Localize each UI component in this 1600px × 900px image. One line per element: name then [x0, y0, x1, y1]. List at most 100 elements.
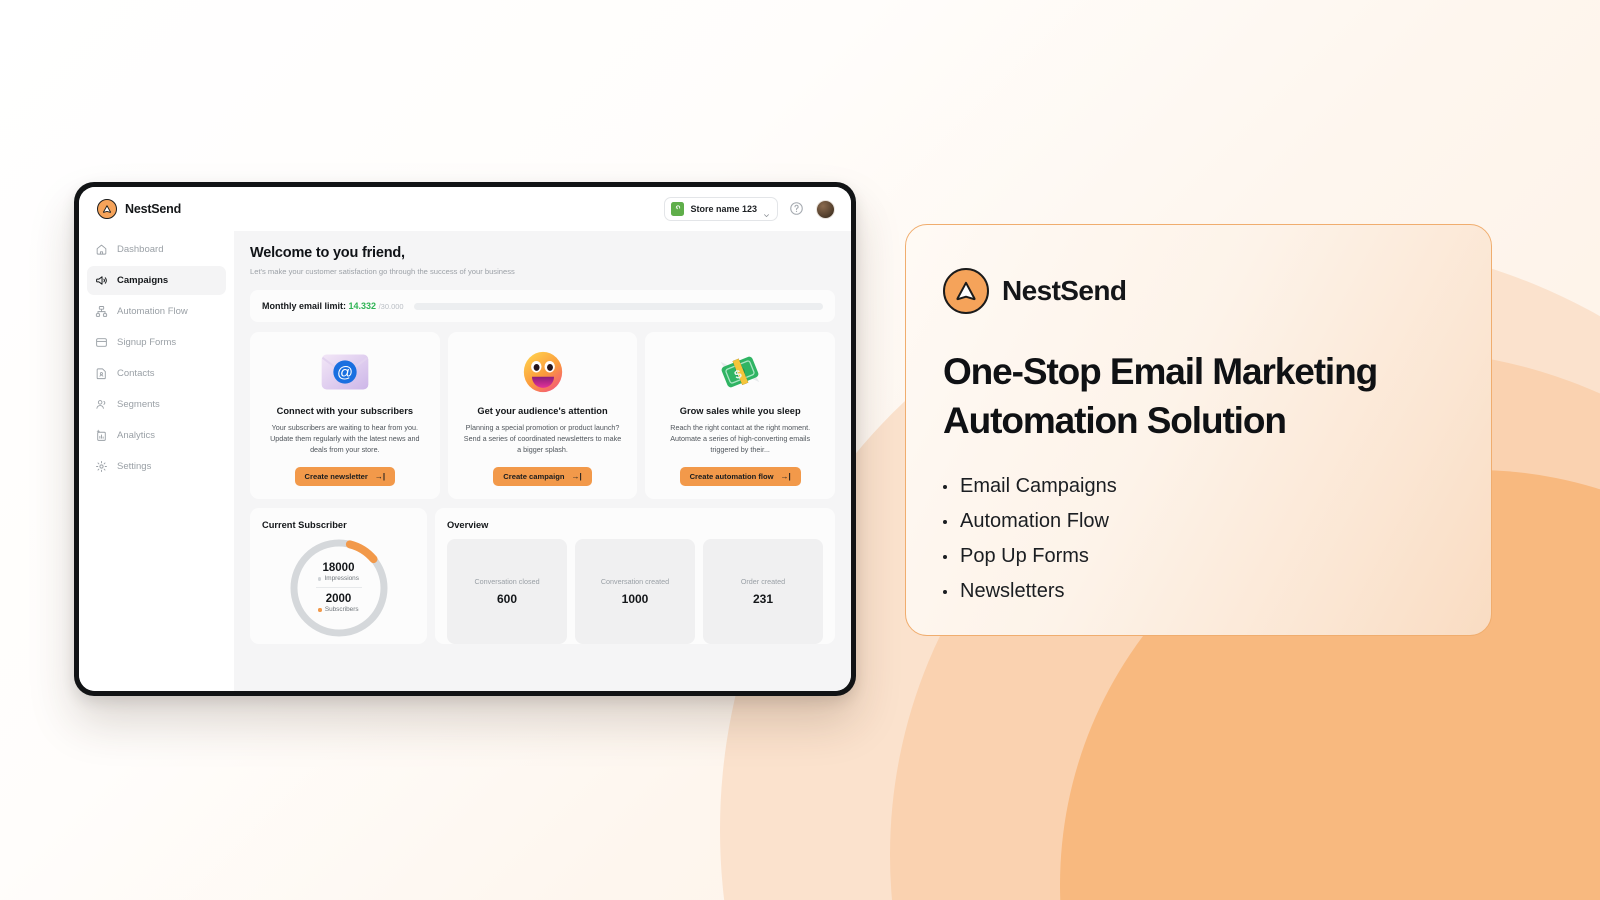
- bullet-icon: [943, 519, 947, 524]
- promo-feature-label: Automation Flow: [960, 510, 1109, 533]
- promo-feature-label: Pop Up Forms: [960, 545, 1089, 568]
- sidebar-item-campaigns[interactable]: Campaigns: [87, 266, 226, 295]
- impressions-label: Impressions: [324, 575, 359, 583]
- page-root: NestSend Store name 123 Dashboard Campai…: [0, 0, 1600, 900]
- promo-panel: NestSend One-Stop Email Marketing Automa…: [905, 224, 1492, 636]
- donut-center-labels: 18000 Impressions 2000 Subscribers: [287, 536, 391, 640]
- create-newsletter-button[interactable]: Create newsletter →|: [294, 466, 396, 486]
- nest-triangle-logo-icon: [97, 199, 117, 219]
- page-subtitle: Let's make your customer satisfaction go…: [250, 267, 515, 276]
- button-label: Create campaign: [503, 471, 565, 481]
- app-body: Dashboard Campaigns Automation Flow Sign…: [79, 231, 851, 691]
- stat-order-created: Order created 231: [703, 538, 823, 644]
- promo-feature-label: Email Campaigns: [960, 475, 1117, 498]
- stat-conversation-closed: Conversation closed 600: [447, 538, 567, 644]
- stat-conversation-created: Conversation created 1000: [575, 538, 695, 644]
- feature-card-title: Grow sales while you sleep: [679, 406, 801, 416]
- sidebar-item-label: Dashboard: [117, 244, 164, 255]
- promo-feature-list: Email Campaigns Automation Flow Pop Up F…: [943, 475, 1491, 603]
- chevron-down-icon: [763, 206, 770, 217]
- feature-card-campaign: Get your audience's attention Planning a…: [447, 332, 638, 499]
- promo-feature-item: Email Campaigns: [943, 475, 1491, 498]
- limit-label-text: Monthly email limit:: [262, 301, 347, 311]
- promo-brand-name: NestSend: [1002, 275, 1127, 306]
- home-icon: [95, 243, 108, 256]
- legend-divider: [315, 587, 362, 589]
- create-automation-flow-button[interactable]: Create automation flow →|: [679, 466, 801, 486]
- page-title: Welcome to you friend,: [250, 245, 405, 261]
- current-subscriber-panel: Current Subscriber 18000 Impressions 200…: [250, 507, 427, 644]
- promo-feature-item: Automation Flow: [943, 510, 1491, 533]
- user-avatar[interactable]: [816, 199, 835, 219]
- limit-progress-track: [413, 302, 823, 310]
- monthly-email-limit-card: Monthly email limit: 14.332 /30.000: [250, 290, 835, 322]
- topbar-actions: Store name 123: [664, 197, 835, 221]
- sidebar-item-label: Signup Forms: [117, 337, 177, 348]
- sidebar-item-signup-forms[interactable]: Signup Forms: [87, 328, 226, 357]
- button-label: Create newsletter: [304, 471, 368, 481]
- limit-total-value: /30.000: [378, 302, 404, 311]
- store-name-label: Store name 123: [690, 204, 757, 214]
- app-topbar: NestSend Store name 123: [79, 187, 851, 231]
- sidebar-item-analytics[interactable]: Analytics: [87, 421, 226, 450]
- feature-card-title: Connect with your subscribers: [276, 406, 414, 416]
- feature-card-automation: $ Grow sales while you sleep Reach the r…: [645, 332, 836, 499]
- feature-card-newsletter: @ Connect with your subscribers Your sub…: [250, 332, 440, 499]
- feature-cards: @ Connect with your subscribers Your sub…: [250, 332, 836, 499]
- app-screen: NestSend Store name 123 Dashboard Campai…: [79, 187, 851, 691]
- arrow-right-icon: →|: [780, 471, 791, 481]
- impressions-legend: Impressions: [318, 575, 359, 582]
- promo-brand: NestSend: [943, 268, 1491, 314]
- feature-card-title: Get your audience's attention: [477, 406, 608, 416]
- promo-headline: One-Stop Email Marketing Automation Solu…: [943, 351, 1378, 442]
- store-selector[interactable]: Store name 123: [664, 197, 778, 221]
- overview-stats: Conversation closed 600 Conversation cre…: [447, 538, 823, 644]
- button-label: Create automation flow: [689, 471, 774, 481]
- feature-card-desc: Planning a special promotion or product …: [463, 423, 622, 454]
- device-mockup-frame: NestSend Store name 123 Dashboard Campai…: [74, 182, 856, 696]
- stat-label: Conversation created: [600, 576, 670, 586]
- legend-dot-impressions-icon: [318, 577, 322, 581]
- sidebar-item-dashboard[interactable]: Dashboard: [87, 235, 226, 264]
- bottom-panels: Current Subscriber 18000 Impressions 200…: [250, 507, 835, 644]
- flow-nodes-icon: [95, 305, 108, 318]
- legend-dot-subscribers-icon: [318, 608, 322, 612]
- arrow-right-icon: →|: [374, 471, 386, 481]
- sidebar-item-label: Segments: [117, 399, 160, 410]
- sidebar-item-label: Automation Flow: [117, 306, 188, 317]
- impressions-value: 18000: [322, 562, 355, 575]
- sidebar-item-label: Analytics: [117, 430, 156, 441]
- subscribers-legend: Subscribers: [318, 606, 359, 613]
- sidebar-nav: Dashboard Campaigns Automation Flow Sign…: [79, 231, 234, 691]
- gear-icon: [95, 460, 108, 473]
- bullet-icon: [943, 484, 947, 489]
- sidebar-item-automation-flow[interactable]: Automation Flow: [87, 297, 226, 326]
- sidebar-item-contacts[interactable]: Contacts: [87, 359, 226, 388]
- app-brand-name: NestSend: [125, 202, 182, 216]
- bar-chart-icon: [95, 429, 108, 442]
- panel-title: Overview: [447, 519, 489, 530]
- stat-value: 231: [752, 591, 774, 606]
- sidebar-item-label: Settings: [117, 461, 152, 472]
- main-content: Welcome to you friend, Let's make your c…: [234, 231, 851, 691]
- create-campaign-button[interactable]: Create campaign →|: [493, 466, 592, 486]
- window-form-icon: [95, 336, 108, 349]
- sidebar-item-segments[interactable]: Segments: [87, 390, 226, 419]
- limit-used-value: 14.332: [348, 301, 377, 311]
- shopping-bag-icon: [671, 202, 685, 216]
- promo-feature-item: Newsletters: [943, 580, 1491, 603]
- arrow-right-icon: →|: [571, 471, 582, 481]
- subscriber-donut-chart: 18000 Impressions 2000 Subscribers: [262, 536, 415, 640]
- grinning-face-icon: [520, 346, 566, 398]
- sidebar-item-settings[interactable]: Settings: [87, 452, 226, 481]
- app-brand[interactable]: NestSend: [97, 199, 181, 219]
- promo-feature-item: Pop Up Forms: [943, 545, 1491, 568]
- money-with-wings-icon: $: [715, 346, 765, 398]
- subscribers-value: 2000: [325, 593, 352, 606]
- svg-text:@: @: [337, 364, 353, 381]
- feature-card-desc: Your subscribers are waiting to hear fro…: [270, 423, 420, 454]
- panel-title: Current Subscriber: [262, 519, 347, 530]
- help-circle-icon[interactable]: [789, 201, 805, 217]
- stat-value: 600: [496, 591, 518, 606]
- stat-value: 1000: [621, 591, 649, 606]
